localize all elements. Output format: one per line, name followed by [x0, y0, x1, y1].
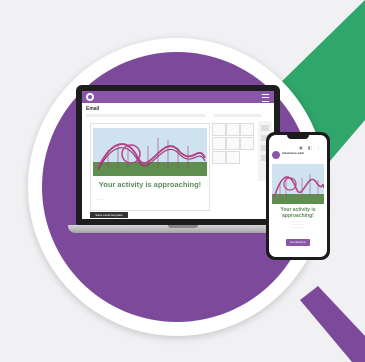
phone-body-text: ·················· ·················· ····… [291, 221, 305, 229]
phone-notch [287, 135, 309, 139]
block-columns[interactable] [226, 123, 240, 136]
promo-illustration: Email Your activity is approaching! ····… [0, 0, 365, 362]
block-social[interactable] [240, 137, 254, 150]
block-button[interactable] [212, 137, 226, 150]
mail-actions-icons[interactable]: ▣ ◧ ⋮ [299, 145, 323, 150]
phone-rollercoaster-photo [272, 164, 324, 204]
page-title: Email [86, 106, 100, 112]
phone-headline: Your activity is approaching! [280, 207, 316, 219]
laptop-screen: Email Your activity is approaching! ····… [82, 91, 274, 219]
save-template-button[interactable]: Save email template [90, 212, 128, 218]
logo-icon [86, 93, 94, 101]
email-footer-text: ··········· [95, 198, 105, 201]
laptop-notch [168, 225, 198, 228]
block-text[interactable] [240, 123, 254, 136]
laptop-lid: Email Your activity is approaching! ····… [76, 85, 280, 225]
phone-cta-button[interactable]: Get directions [286, 239, 310, 246]
toolbar-item[interactable] [261, 125, 269, 131]
phone-screen: ▣ ◧ ⋮ Adventure park ···· ···· Your acti… [269, 135, 327, 257]
content-blocks-panel [212, 123, 254, 183]
laptop-mockup: Email Your activity is approaching! ····… [68, 85, 290, 239]
sender-avatar [272, 151, 280, 159]
block-spacer[interactable] [212, 151, 226, 164]
subject-field[interactable] [86, 114, 206, 117]
email-canvas: Your activity is approaching! ··········… [90, 123, 210, 211]
app-header [82, 91, 274, 103]
sender-subtitle: ···· ···· [282, 156, 290, 159]
block-divider[interactable] [226, 137, 240, 150]
rollercoaster-photo [93, 128, 207, 176]
block-html[interactable] [226, 151, 240, 164]
menu-icon[interactable] [262, 94, 269, 102]
sender-name: Adventure park [282, 151, 305, 155]
sender-field[interactable] [214, 114, 262, 117]
phone-mockup: ▣ ◧ ⋮ Adventure park ···· ···· Your acti… [266, 132, 330, 260]
block-image[interactable] [212, 123, 226, 136]
email-headline: Your activity is approaching! [98, 180, 202, 189]
